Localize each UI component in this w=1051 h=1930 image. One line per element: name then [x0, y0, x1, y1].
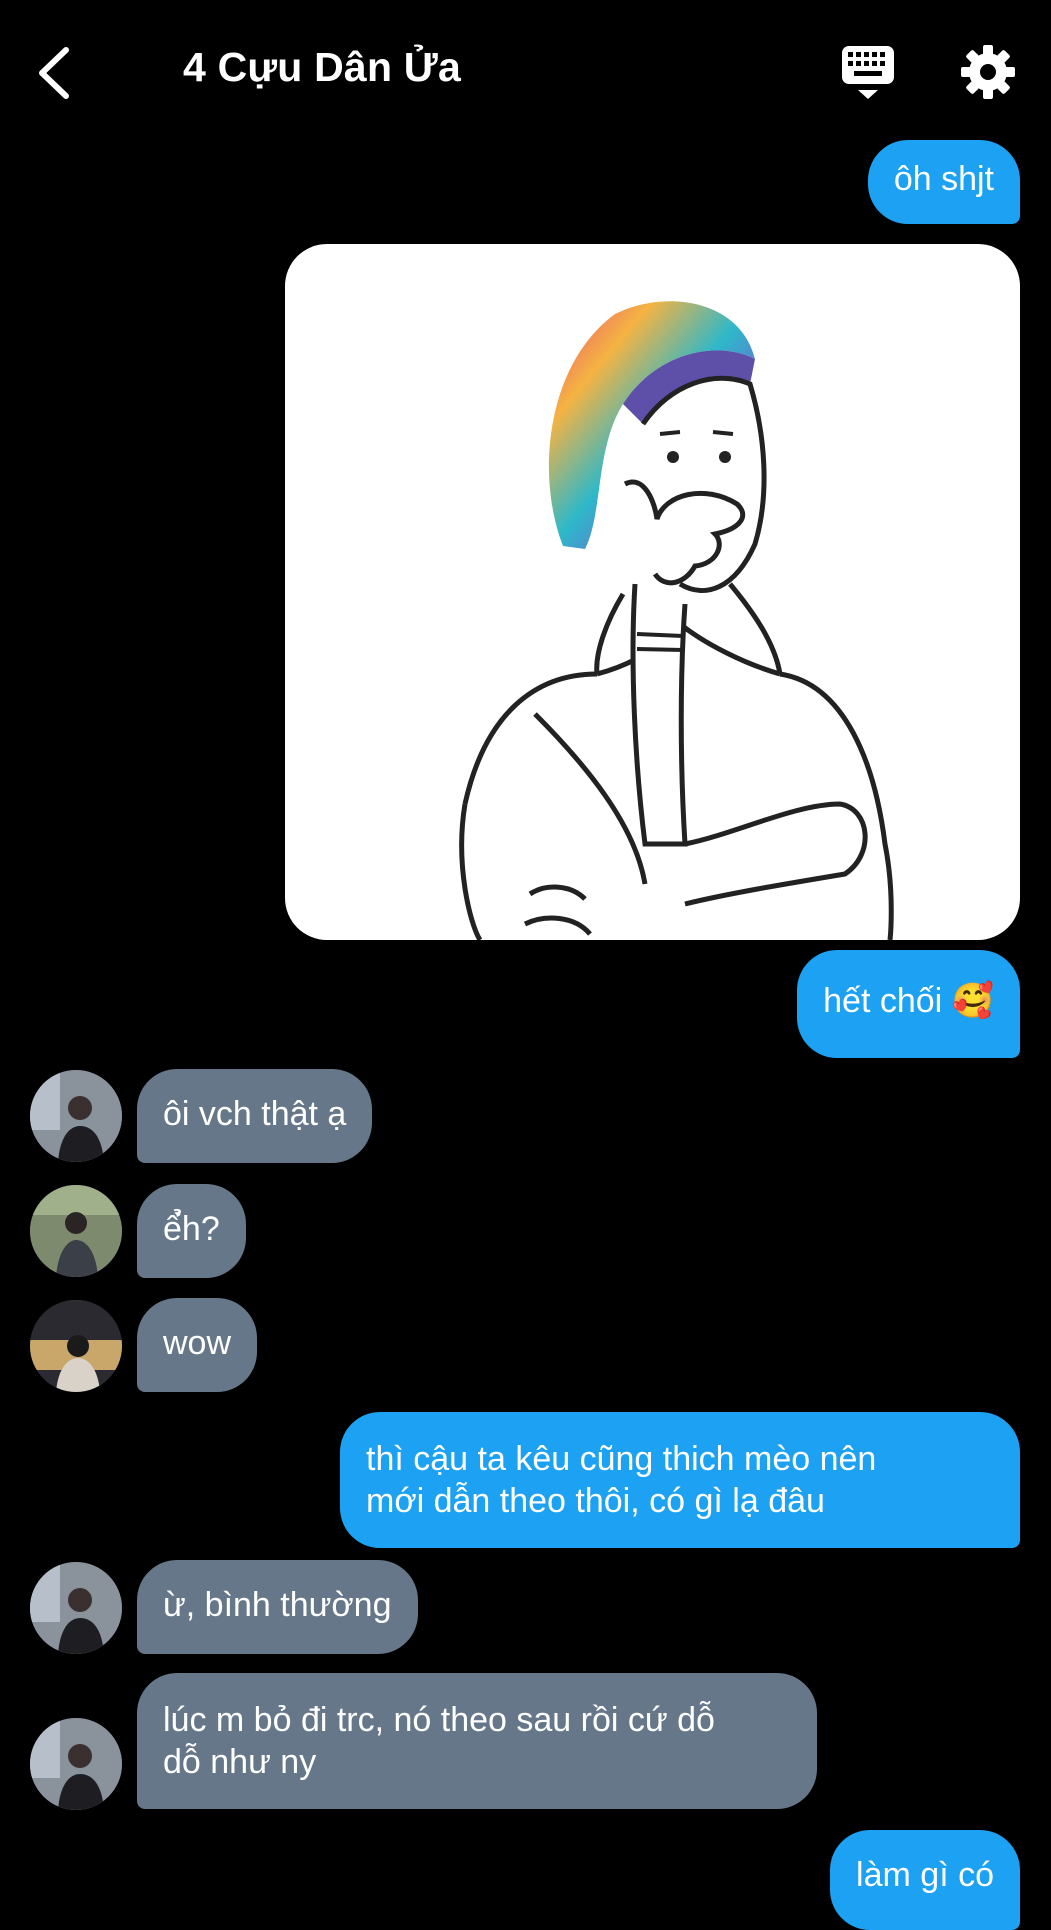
- keyboard-icon: [842, 46, 894, 99]
- cartoon-person-image: [459, 301, 894, 940]
- keyboard-toggle-button[interactable]: [838, 42, 898, 102]
- message-bubble-outgoing[interactable]: làm gì có: [830, 1830, 1020, 1930]
- avatar-photo: [30, 1300, 122, 1392]
- chat-header: 4 Cựu Dân Ửa: [0, 0, 1051, 140]
- avatar-photo: [30, 1185, 122, 1277]
- gear-icon: [961, 45, 1015, 99]
- avatar[interactable]: [30, 1562, 122, 1654]
- message-bubble-outgoing[interactable]: ôh shjt: [867, 140, 1020, 224]
- message-bubble-outgoing[interactable]: thì cậu ta kêu cũng thich mèo nên mới dẫ…: [340, 1412, 1020, 1548]
- avatar[interactable]: [30, 1185, 122, 1277]
- avatar-photo: [30, 1070, 122, 1162]
- conversation-title: 4 Cựu Dân Ửa: [183, 44, 461, 90]
- message-bubble-incoming[interactable]: ể̉h?: [137, 1184, 246, 1278]
- message-bubble-incoming[interactable]: wow: [137, 1298, 258, 1392]
- message-bubble-incoming[interactable]: ôi vch thật ạ: [137, 1069, 373, 1163]
- avatar[interactable]: [30, 1070, 122, 1162]
- back-button[interactable]: [30, 36, 80, 106]
- avatar-photo: [30, 1562, 122, 1654]
- avatar[interactable]: [30, 1718, 122, 1810]
- avatar[interactable]: [30, 1300, 122, 1392]
- message-bubble-incoming[interactable]: ừ, bình thường: [137, 1560, 418, 1654]
- message-bubble-incoming[interactable]: lúc m bỏ đi trc, nó theo sau rồi cứ dỗ d…: [137, 1673, 817, 1809]
- chevron-left-icon: [39, 47, 69, 99]
- settings-button[interactable]: [960, 44, 1016, 100]
- avatar-photo: [30, 1718, 122, 1810]
- message-bubble-outgoing[interactable]: hết chối 🥰: [797, 950, 1020, 1058]
- shared-image[interactable]: [285, 244, 1020, 940]
